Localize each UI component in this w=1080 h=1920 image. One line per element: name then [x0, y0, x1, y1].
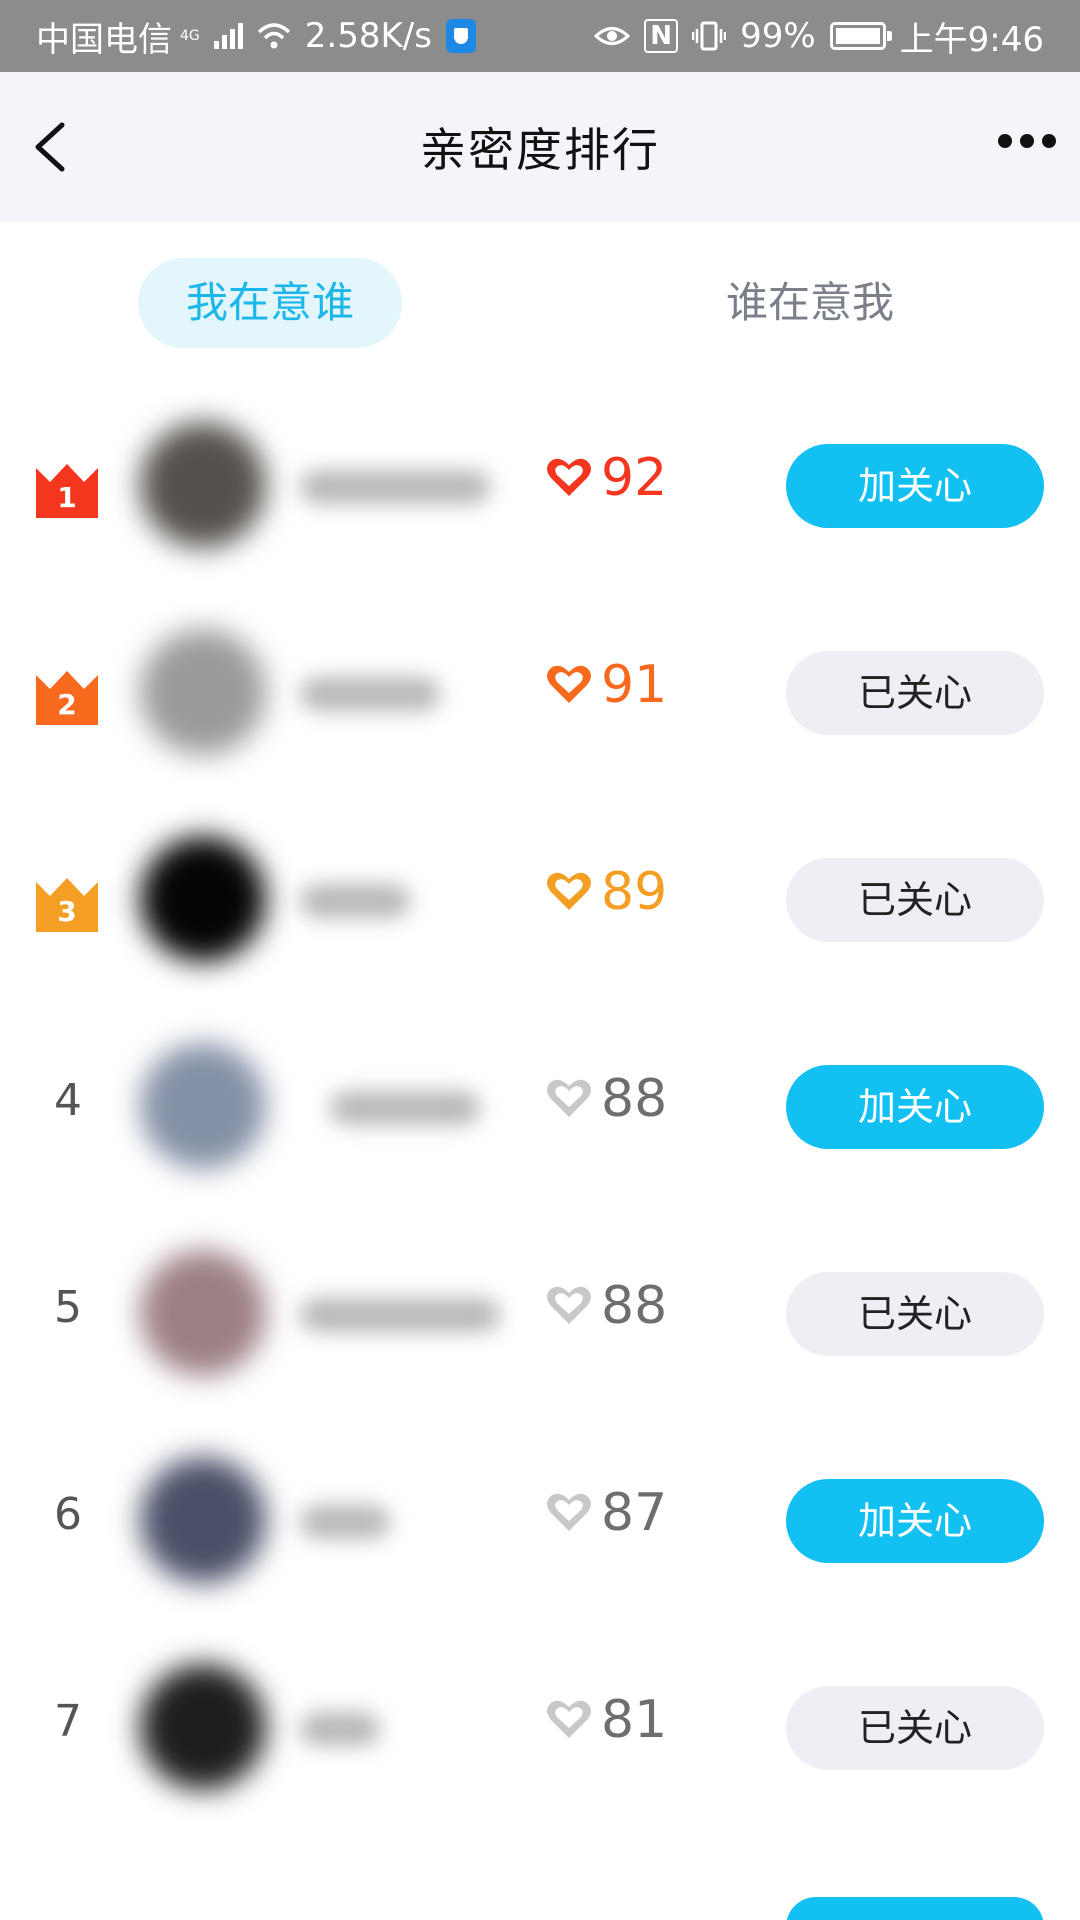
- signal-icon: [213, 23, 243, 49]
- intimacy-score: 88: [545, 1276, 667, 1336]
- rank-number: 2: [57, 688, 77, 721]
- intimacy-score: 87: [545, 1483, 667, 1543]
- score-value: 89: [601, 862, 668, 922]
- intimacy-score: 89: [545, 862, 667, 922]
- list-item[interactable]: 1 92 加关心: [0, 382, 1080, 589]
- rank-number: 7: [54, 1696, 82, 1747]
- nickname-blurred: [300, 470, 490, 504]
- follow-button[interactable]: 加关心: [786, 444, 1044, 528]
- tab-who-cares-about-me[interactable]: 谁在意我: [680, 258, 940, 348]
- list-item-partial: [0, 1897, 1080, 1920]
- eye-icon: [594, 27, 631, 45]
- avatar[interactable]: [110, 1624, 282, 1831]
- score-value: 88: [601, 1276, 668, 1336]
- followed-button[interactable]: 已关心: [786, 1686, 1044, 1770]
- battery-percent: 99%: [740, 16, 816, 56]
- rank-number: 5: [54, 1282, 82, 1333]
- nickname-blurred: [300, 884, 410, 918]
- follow-button[interactable]: 加关心: [786, 1065, 1044, 1149]
- crown-badge-icon: 3: [34, 876, 100, 934]
- crown-badge-icon: 2: [34, 669, 100, 727]
- avatar[interactable]: [110, 1210, 282, 1417]
- heart-icon: [547, 1700, 591, 1738]
- status-bar: 中国电信 4G 2.58K/s N 99% 上午9:46: [0, 0, 1080, 72]
- score-value: 88: [601, 1069, 668, 1129]
- followed-button[interactable]: 已关心: [786, 1272, 1044, 1356]
- rank-number: 4: [54, 1075, 82, 1126]
- rank-number: 6: [54, 1489, 82, 1540]
- rank-number: 1: [57, 481, 77, 514]
- battery-icon: [829, 22, 892, 50]
- more-options-icon[interactable]: [998, 134, 1056, 148]
- tab-bar: 我在意谁 谁在意我: [0, 222, 1080, 382]
- score-value: 81: [601, 1690, 668, 1750]
- nickname-blurred: [300, 1712, 380, 1746]
- follow-button-partial[interactable]: [786, 1897, 1044, 1920]
- heart-icon: [547, 1079, 591, 1117]
- clock: 上午9:46: [899, 19, 1044, 60]
- heart-icon: [547, 1493, 591, 1531]
- list-item[interactable]: 5 88 已关心: [0, 1210, 1080, 1417]
- vibrate-icon: [692, 21, 727, 51]
- list-item[interactable]: 2 91 已关心: [0, 589, 1080, 796]
- followed-button[interactable]: 已关心: [786, 651, 1044, 735]
- score-value: 87: [601, 1483, 668, 1543]
- nickname-blurred: [300, 1298, 500, 1332]
- network-type: 4G: [180, 28, 200, 44]
- crown-badge-icon: 1: [34, 462, 100, 520]
- intimacy-score: 81: [545, 1690, 667, 1750]
- list-item[interactable]: 6 87 加关心: [0, 1417, 1080, 1624]
- avatar[interactable]: [110, 796, 282, 1003]
- list-item[interactable]: 7 81 已关心: [0, 1624, 1080, 1831]
- avatar[interactable]: [110, 1417, 282, 1624]
- avatar[interactable]: [110, 589, 282, 796]
- heart-icon: [547, 665, 591, 703]
- heart-icon: [547, 1286, 591, 1324]
- tab-i-care-about[interactable]: 我在意谁: [138, 258, 402, 348]
- rank-number: 3: [57, 895, 77, 928]
- followed-button[interactable]: 已关心: [786, 858, 1044, 942]
- intimacy-ranking-list: 1 92 加关心 2 91 已关心 3 89 已关心 4 88 加关心 5 88…: [0, 382, 1080, 1831]
- score-value: 92: [601, 448, 668, 508]
- intimacy-score: 88: [545, 1069, 667, 1129]
- heart-icon: [547, 458, 591, 496]
- title-bar: 亲密度排行: [0, 72, 1080, 222]
- list-item[interactable]: 4 88 加关心: [0, 1003, 1080, 1210]
- wifi-icon: [257, 23, 290, 49]
- list-item[interactable]: 3 89 已关心: [0, 796, 1080, 1003]
- nickname-blurred: [300, 677, 440, 711]
- back-arrow-icon[interactable]: [24, 117, 84, 177]
- avatar[interactable]: [110, 382, 282, 589]
- intimacy-score: 92: [545, 448, 667, 508]
- page-title: 亲密度排行: [420, 123, 660, 177]
- score-value: 91: [601, 655, 668, 715]
- nfc-icon: N: [644, 19, 679, 53]
- network-speed: 2.58K/s: [304, 16, 432, 56]
- follow-button[interactable]: 加关心: [786, 1479, 1044, 1563]
- nickname-blurred: [300, 1505, 390, 1539]
- intimacy-score: 91: [545, 655, 667, 715]
- nickname-blurred: [330, 1091, 480, 1125]
- avatar[interactable]: [110, 1003, 282, 1210]
- carrier-label: 中国电信: [36, 19, 172, 60]
- security-shield-icon: [445, 19, 476, 53]
- heart-icon: [547, 872, 591, 910]
